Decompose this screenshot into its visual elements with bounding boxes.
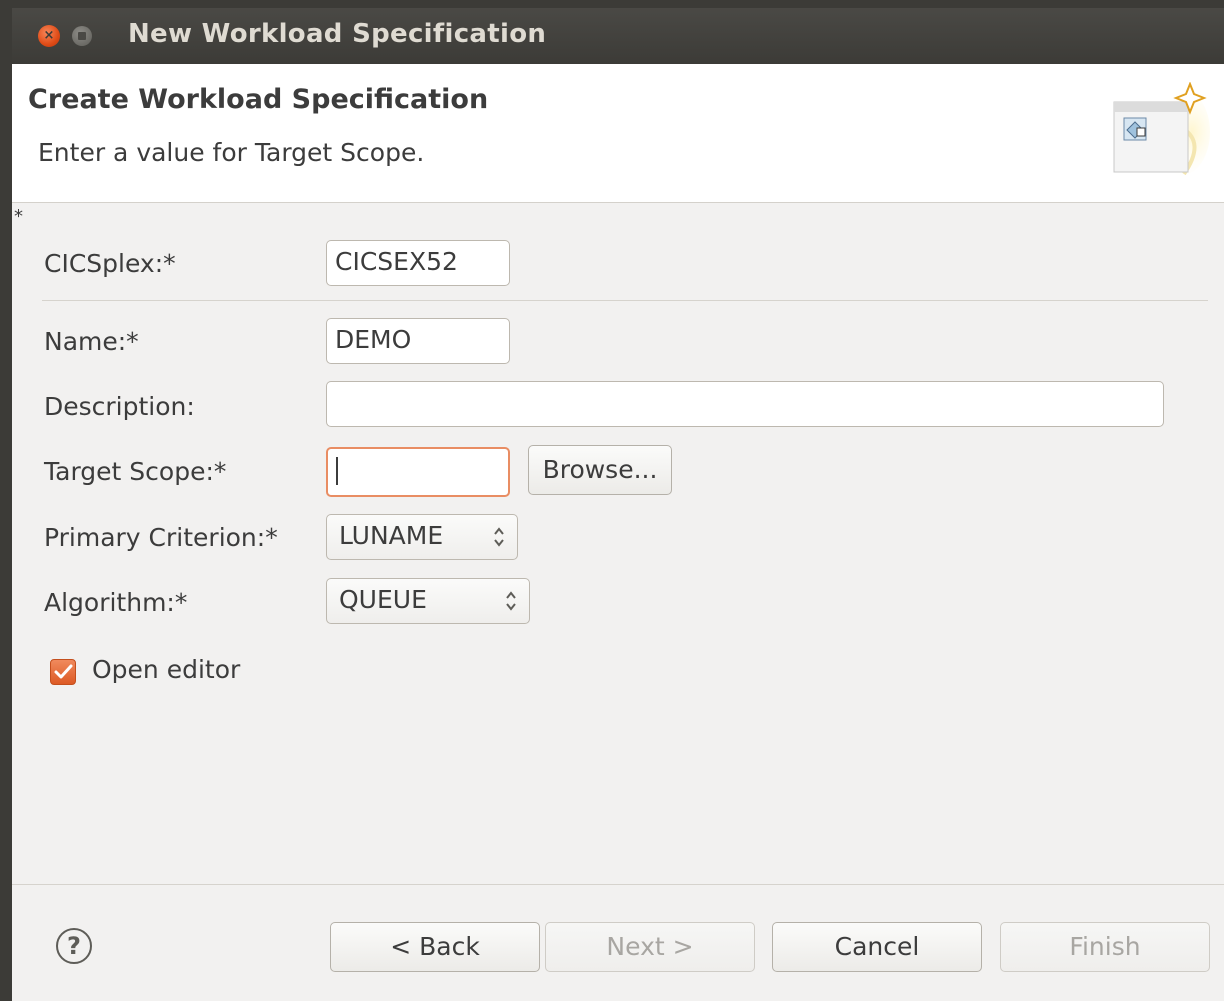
algorithm-label: Algorithm:* [44, 588, 188, 617]
updown-arrows-icon [506, 591, 516, 611]
name-field[interactable]: DEMO [326, 318, 510, 364]
close-icon[interactable]: × [38, 25, 60, 47]
open-editor-label[interactable]: Open editor [92, 655, 240, 684]
dialog-window: × New Workload Specification Create Work… [12, 8, 1224, 1001]
window-title: New Workload Specification [128, 19, 547, 49]
wizard-header: Create Workload Specification Enter a va… [12, 64, 1224, 203]
title-bar[interactable]: × New Workload Specification [12, 8, 1224, 64]
minimize-icon[interactable] [72, 26, 92, 46]
form-separator [42, 300, 1208, 301]
help-icon[interactable]: ? [56, 928, 92, 964]
name-label: Name:* [44, 327, 139, 356]
primary-criterion-select[interactable]: LUNAME [326, 514, 518, 560]
finish-button[interactable]: Finish [1000, 922, 1210, 972]
target-scope-label: Target Scope:* [44, 457, 227, 486]
cancel-button[interactable]: Cancel [772, 922, 982, 972]
page-message: Enter a value for Target Scope. [38, 138, 425, 167]
primary-criterion-label: Primary Criterion:* [44, 523, 278, 552]
description-label: Description: [44, 392, 195, 421]
required-marker: * [14, 206, 23, 227]
open-editor-checkbox[interactable] [50, 659, 76, 685]
next-button[interactable]: Next > [545, 922, 755, 972]
algorithm-select[interactable]: QUEUE [326, 578, 530, 624]
algorithm-value: QUEUE [339, 585, 427, 614]
cicsplex-field[interactable]: CICSEX52 [326, 240, 510, 286]
browse-button[interactable]: Browse... [528, 445, 672, 495]
text-cursor [336, 457, 338, 485]
cicsplex-label: CICSplex:* [44, 249, 176, 278]
description-field[interactable] [326, 381, 1164, 427]
checkmark-icon [54, 664, 73, 679]
wizard-banner-icon [1113, 82, 1210, 176]
page-title: Create Workload Specification [28, 84, 489, 115]
target-scope-field[interactable] [326, 447, 510, 497]
back-button[interactable]: < Back [330, 922, 540, 972]
updown-arrows-icon [494, 527, 504, 547]
primary-criterion-value: LUNAME [339, 521, 444, 550]
footer-separator [12, 884, 1224, 885]
